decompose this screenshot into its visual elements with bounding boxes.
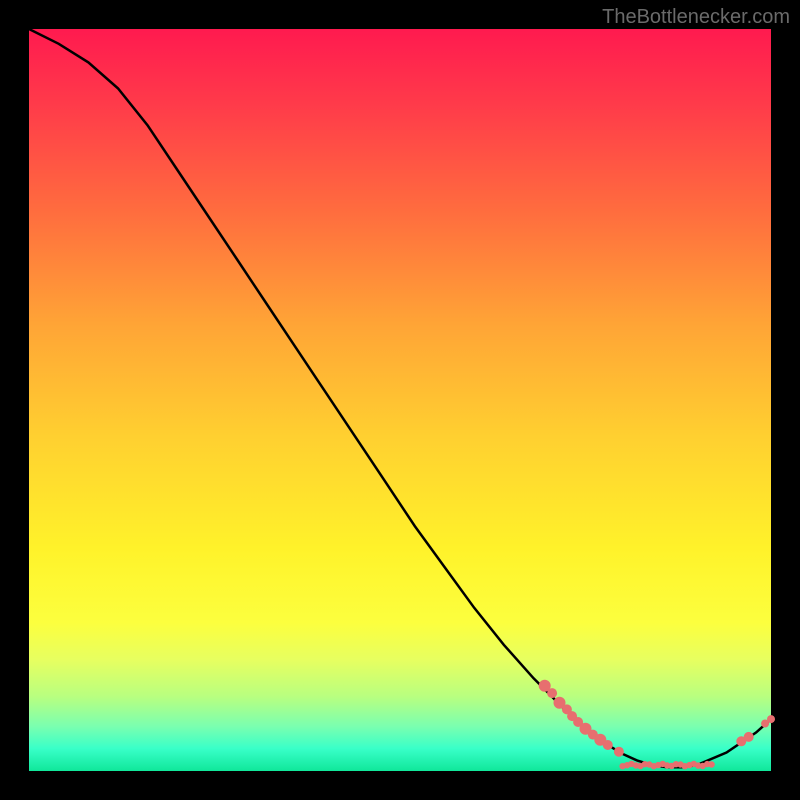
curve-svg bbox=[29, 29, 771, 771]
marker-dot bbox=[547, 688, 557, 698]
chart-container: TheBottlenecker.com bbox=[0, 0, 800, 800]
scatter-markers bbox=[539, 680, 775, 757]
marker-dot bbox=[767, 715, 775, 723]
marker-dot bbox=[744, 732, 754, 742]
flat-band-markers bbox=[619, 761, 714, 770]
credit-text: TheBottlenecker.com bbox=[602, 6, 790, 29]
flat-band-dot bbox=[708, 761, 714, 767]
plot-area bbox=[29, 29, 771, 771]
marker-dot bbox=[614, 747, 624, 757]
marker-dot bbox=[603, 740, 613, 750]
bottleneck-curve bbox=[29, 29, 771, 767]
